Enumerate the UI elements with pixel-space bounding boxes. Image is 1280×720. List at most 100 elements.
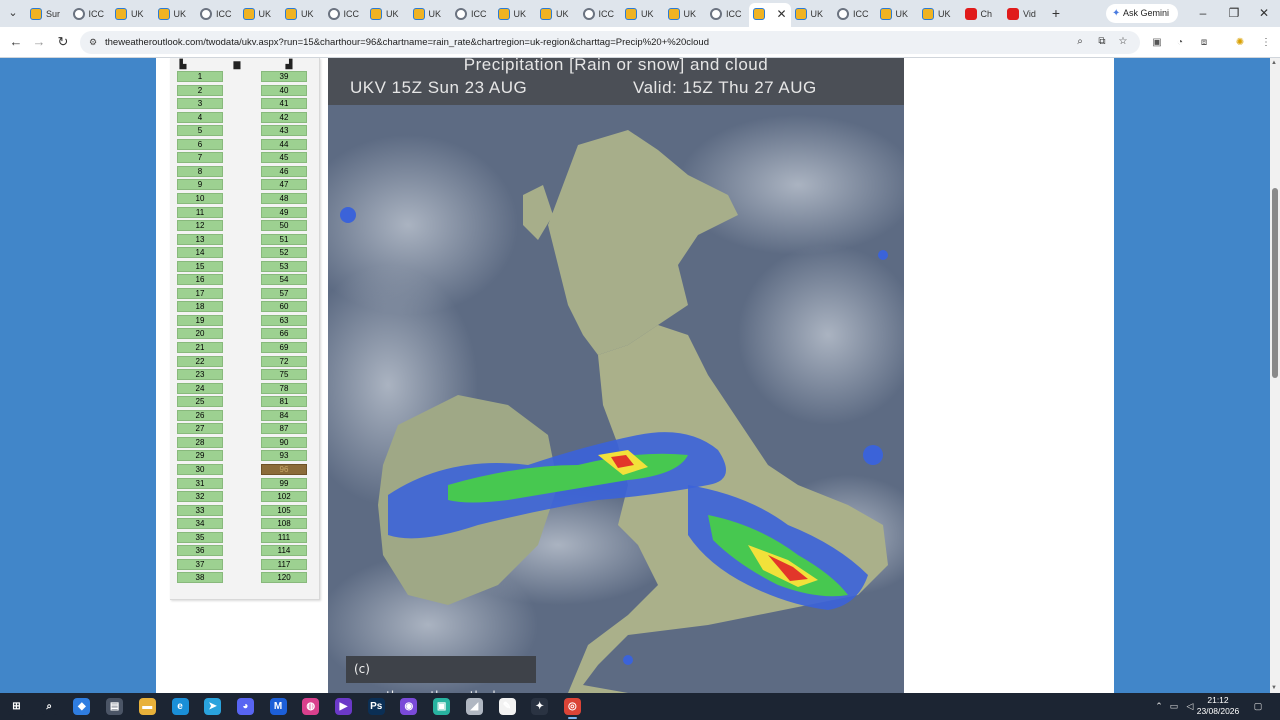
browser-tab[interactable]: Ch [961, 3, 1004, 25]
photoshop-icon[interactable]: Ps [367, 698, 385, 715]
hour-link[interactable]: 33 [177, 504, 223, 516]
hour-link[interactable]: 22 [177, 355, 223, 367]
page-scrollbar[interactable]: ▲ ▼ [1270, 58, 1280, 693]
telegram-icon[interactable]: ➤ [204, 698, 222, 715]
install-app-icon[interactable]: ⧉ [1095, 35, 1109, 49]
scroll-up-icon[interactable]: ▲ [1271, 60, 1277, 66]
hour-link[interactable]: 34 [177, 518, 223, 530]
hour-link[interactable]: 3 [177, 98, 223, 110]
address-bar[interactable]: ⚙ theweatheroutlook.com/twodata/ukv.aspx… [80, 31, 1140, 54]
browser-tab[interactable]: ICC [833, 3, 876, 25]
browser-tab[interactable]: ICC [324, 3, 367, 25]
hour-link[interactable]: 14 [177, 247, 223, 259]
tray-overflow-icon[interactable]: ⌃ [1153, 700, 1165, 712]
browser-tab[interactable]: UK [536, 3, 579, 25]
draw-icon[interactable]: ✎ [498, 698, 516, 715]
hour-link[interactable]: 11 [177, 206, 223, 218]
hour-link[interactable]: 37 [177, 558, 223, 570]
bookmark-star-icon[interactable]: ☆ [1116, 35, 1130, 49]
hour-link[interactable]: 44 [261, 138, 307, 150]
hour-link[interactable]: 93 [261, 450, 307, 462]
reload-icon[interactable]: ↻ [54, 33, 72, 51]
hour-link[interactable]: 105 [261, 504, 307, 516]
hour-link[interactable]: 12 [177, 220, 223, 232]
hour-link[interactable]: 90 [261, 436, 307, 448]
restore-icon[interactable]: ❐ [1224, 4, 1244, 22]
hour-link[interactable]: 45 [261, 152, 307, 164]
hour-link[interactable]: 108 [261, 518, 307, 530]
folder-icon[interactable]: ▬ [138, 698, 156, 715]
malwarebytes-icon[interactable]: M [269, 698, 287, 715]
hour-link[interactable]: 23 [177, 369, 223, 381]
network-icon[interactable]: ▭ [1168, 700, 1180, 712]
hour-link[interactable]: 42 [261, 111, 307, 123]
close-tab-icon[interactable]: ✕ [776, 3, 786, 25]
browser-tab[interactable]: UK [409, 3, 452, 25]
hour-link[interactable]: 24 [177, 382, 223, 394]
hour-link[interactable]: 39 [261, 71, 307, 82]
hour-link[interactable]: 8 [177, 165, 223, 177]
volume-icon[interactable]: ◁ [1184, 700, 1196, 712]
hour-link[interactable]: 17 [177, 287, 223, 299]
hour-link[interactable]: 18 [177, 301, 223, 313]
hour-link[interactable]: 5 [177, 125, 223, 137]
hour-link[interactable]: 66 [261, 328, 307, 340]
hour-link[interactable]: 27 [177, 423, 223, 435]
hour-link-selected[interactable]: 96 [261, 463, 307, 475]
app-icon-1[interactable]: ◍ [302, 698, 320, 715]
search-icon[interactable]: ⌕ [40, 698, 58, 715]
browser-tab[interactable]: UK [494, 3, 537, 25]
browser-tab[interactable]: UK [154, 3, 197, 25]
hour-link[interactable]: 43 [261, 125, 307, 137]
hour-link[interactable]: 6 [177, 138, 223, 150]
hour-link[interactable]: 19 [177, 314, 223, 326]
browser-menu-icon[interactable]: ⋮ [1259, 37, 1273, 49]
hour-link[interactable]: 36 [177, 545, 223, 557]
hour-link[interactable]: 53 [261, 260, 307, 272]
browser-tab[interactable]: Vid [1003, 3, 1046, 25]
browser-tab[interactable]: UK [239, 3, 282, 25]
hour-link[interactable]: 21 [177, 342, 223, 353]
hour-link[interactable]: 111 [261, 531, 307, 543]
chrome-icon[interactable]: ◎ [563, 698, 581, 719]
close-window-icon[interactable]: ✕ [1254, 4, 1274, 22]
url-text[interactable]: theweatheroutlook.com/twodata/ukv.aspx?r… [105, 31, 709, 54]
browser-tab[interactable]: ICC [69, 3, 112, 25]
hour-link[interactable]: 54 [261, 274, 307, 286]
browser-tab[interactable]: ICC [451, 3, 494, 25]
hour-link[interactable]: 16 [177, 274, 223, 286]
hour-link[interactable]: 40 [261, 84, 307, 96]
hour-link[interactable]: 28 [177, 436, 223, 448]
scroll-down-icon[interactable]: ▼ [1271, 685, 1277, 691]
hour-link[interactable]: 99 [261, 477, 307, 489]
back-arrow-icon[interactable]: ← [7, 33, 25, 51]
browser-tab[interactable]: ICC [706, 3, 749, 25]
ask-gemini-button[interactable]: ✦ Ask Gemini [1106, 4, 1178, 23]
copilot-icon[interactable]: ◆ [73, 698, 91, 715]
extension-icon-2[interactable]: ◔ [1173, 37, 1187, 49]
browser-tab[interactable]: ✕ [748, 3, 791, 27]
browser-tab[interactable]: UK [876, 3, 919, 25]
hour-link[interactable]: 7 [177, 152, 223, 164]
forward-arrow-icon[interactable]: → [30, 33, 48, 51]
app-icon-5[interactable]: ✦ [531, 698, 549, 715]
hour-link[interactable]: 50 [261, 220, 307, 232]
hour-link[interactable]: 1 [177, 71, 223, 82]
hour-link[interactable]: 4 [177, 111, 223, 123]
hour-link[interactable]: 32 [177, 491, 223, 503]
hour-link[interactable]: 9 [177, 179, 223, 191]
hour-link[interactable]: 84 [261, 409, 307, 421]
hour-link[interactable]: 31 [177, 477, 223, 489]
notifications-icon[interactable]: ▢ [1252, 700, 1264, 712]
animate-icon[interactable]: ▆ [230, 59, 244, 69]
hour-link[interactable]: 60 [261, 301, 307, 313]
hour-link[interactable]: 78 [261, 382, 307, 394]
profile-avatar-icon[interactable]: ✺ [1233, 37, 1247, 49]
app-icon-3[interactable]: ▣ [433, 698, 451, 715]
browser-tab[interactable]: UK [281, 3, 324, 25]
hour-link[interactable]: 46 [261, 165, 307, 177]
extensions-puzzle-icon[interactable]: ⧈ [1197, 37, 1211, 49]
extension-icon-1[interactable]: ▣ [1150, 37, 1164, 49]
hour-link[interactable]: 117 [261, 558, 307, 570]
hour-link[interactable]: 13 [177, 233, 223, 245]
